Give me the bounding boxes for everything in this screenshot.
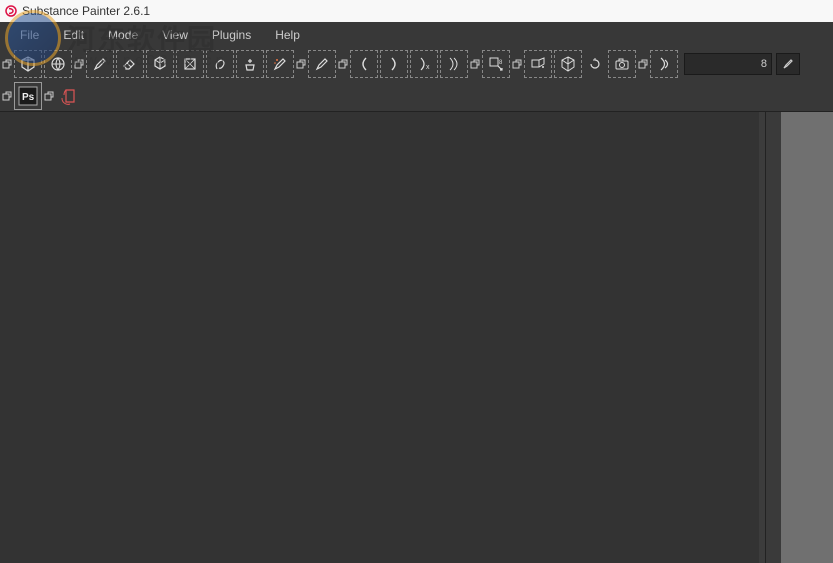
polyfill-button[interactable] [176,50,204,78]
symmetry-right-button[interactable] [380,50,408,78]
viewport-3d[interactable] [0,112,759,563]
main-area [0,112,833,563]
menu-view[interactable]: View [150,28,200,42]
popout-icon[interactable] [296,59,306,69]
menu-edit[interactable]: Edit [51,28,96,42]
orthographic-button[interactable] [554,50,582,78]
menu-help[interactable]: Help [263,28,312,42]
paint-brush-button[interactable] [86,50,114,78]
popout-icon[interactable] [512,59,522,69]
popout-icon[interactable] [338,59,348,69]
render-wireframe-button[interactable] [44,50,72,78]
smudge-button[interactable] [206,50,234,78]
camera-rotate-button[interactable] [584,50,606,78]
iray-button[interactable] [650,50,678,78]
main-toolbar: x 8 [0,48,833,80]
particle-brush-button[interactable] [266,50,294,78]
app-icon [4,4,18,18]
menu-plugins[interactable]: Plugins [200,28,263,42]
window-title: Substance Painter 2.6.1 [22,4,150,18]
svg-text:Ps: Ps [22,92,35,103]
scrollbar-vertical[interactable] [765,112,781,563]
symmetry-left-button[interactable] [350,50,378,78]
popout-icon[interactable] [2,91,12,101]
perspective-button[interactable] [524,50,552,78]
menu-file[interactable]: File [8,28,51,42]
svg-text:x: x [426,64,430,71]
popout-icon[interactable] [470,59,480,69]
secondary-toolbar: Ps [0,80,833,112]
menu-mode[interactable]: Mode [96,28,150,42]
render-3d-button[interactable] [14,50,42,78]
clone-button[interactable] [236,50,264,78]
popout-icon[interactable] [74,59,84,69]
popout-icon[interactable] [44,91,54,101]
popout-icon[interactable] [638,59,648,69]
projection-button[interactable] [146,50,174,78]
popout-icon[interactable] [2,59,12,69]
symmetry-y-button[interactable] [440,50,468,78]
brush-size-field[interactable] [684,53,772,75]
menu-bar: File Edit Mode View Plugins Help [0,22,833,48]
title-bar: Substance Painter 2.6.1 [0,0,833,22]
uv-brush-button[interactable] [308,50,336,78]
material-picker-button[interactable]: 8 [482,50,510,78]
symmetry-x-button[interactable]: x [410,50,438,78]
camera-button[interactable] [608,50,636,78]
brush-picker-button[interactable] [776,53,800,75]
svg-text:8: 8 [499,60,503,66]
resource-updater-button[interactable] [56,82,84,110]
eraser-button[interactable] [116,50,144,78]
right-panel [781,112,833,563]
photoshop-export-button[interactable]: Ps [14,82,42,110]
brush-size-input[interactable] [685,58,767,70]
